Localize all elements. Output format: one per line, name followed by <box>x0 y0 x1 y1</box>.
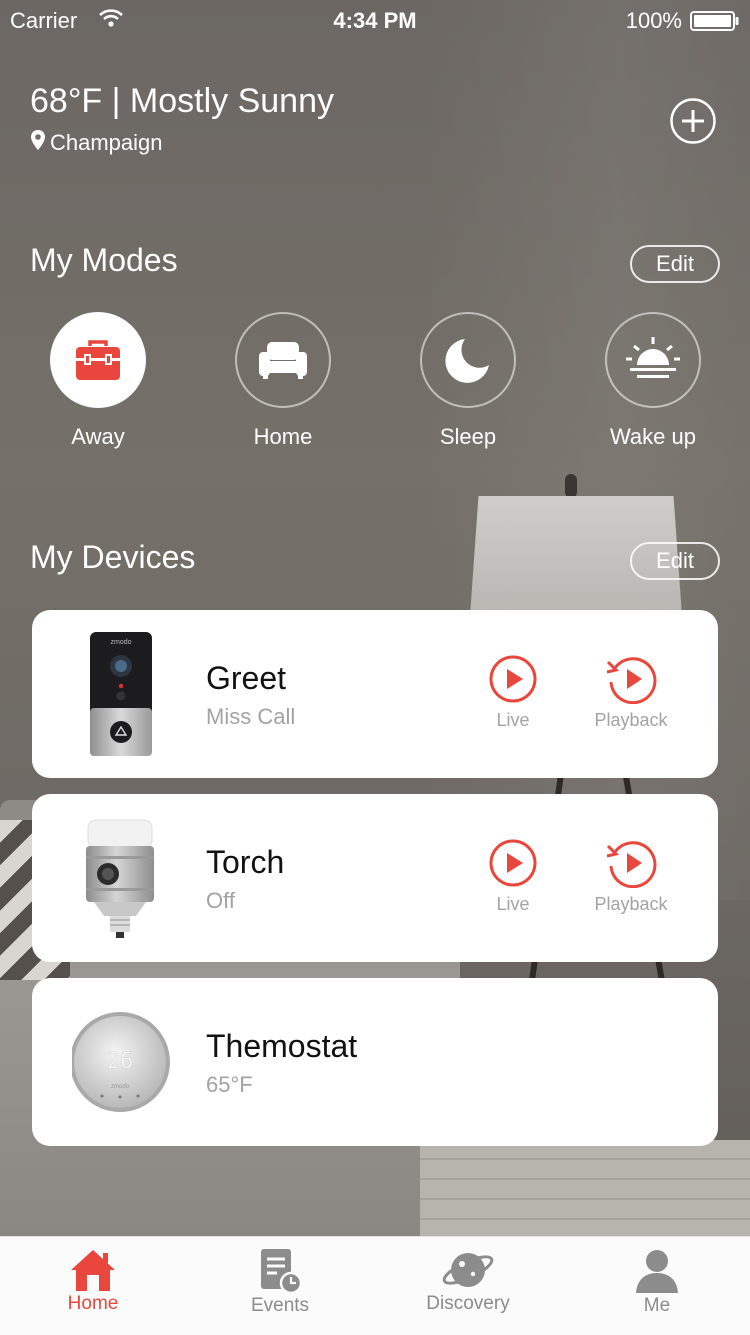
mode-away-circle <box>50 312 146 408</box>
doorbell-image: zmodo <box>72 628 172 760</box>
tab-label: Home <box>67 1293 119 1314</box>
mode-home-circle <box>235 312 331 408</box>
playback-label: Playback <box>594 710 668 730</box>
tab-label: Me <box>643 1295 671 1316</box>
mode-home[interactable]: Home <box>208 312 358 450</box>
device-status: Miss Call <box>206 704 296 729</box>
live-button[interactable]: Live <box>458 838 568 915</box>
tab-events[interactable]: Events <box>205 1247 355 1317</box>
thermostat-brand: zmodo <box>111 1084 130 1090</box>
device-status: 65°F <box>206 1072 253 1097</box>
device-status: Off <box>206 888 235 913</box>
device-card-torch[interactable]: Torch Off Live Playback <box>32 794 718 962</box>
playback-button[interactable]: Playback <box>576 654 686 731</box>
thermostat-readout: 26 <box>107 1049 134 1074</box>
play-icon <box>489 655 537 703</box>
thermostat-image: 26 zmodo <box>70 996 172 1128</box>
events-icon <box>261 1249 303 1295</box>
location-label: Champaign <box>50 130 163 155</box>
device-card-greet[interactable]: zmodo Greet Miss Call Live Playback <box>32 610 718 778</box>
tab-discovery[interactable]: Discovery <box>393 1247 543 1315</box>
toolbox-icon <box>76 340 120 380</box>
device-name: Themostat <box>206 1028 358 1064</box>
mode-label: Home <box>253 424 313 449</box>
status-bar: Carrier 4:34 PM 100% <box>0 0 750 40</box>
location-pin-icon <box>30 129 46 157</box>
tab-me[interactable]: Me <box>582 1247 732 1317</box>
modes-edit-button[interactable]: Edit <box>630 245 720 283</box>
mode-sleep-circle <box>420 312 516 408</box>
weather-summary: 68°F | Mostly Sunny Champaign <box>30 82 334 157</box>
device-name: Greet <box>206 660 287 696</box>
weather-location: Champaign <box>30 129 334 157</box>
replay-icon <box>606 657 657 704</box>
playback-button[interactable]: Playback <box>576 838 686 915</box>
modes-list: Away Home Sleep Wake up <box>0 312 750 462</box>
mode-label: Away <box>71 424 125 449</box>
live-button[interactable]: Live <box>458 654 568 731</box>
moon-icon <box>445 339 489 383</box>
battery-percent: 100% <box>625 8 682 33</box>
planet-icon <box>442 1253 494 1287</box>
battery-icon <box>690 11 740 31</box>
weather-temp-condition: 68°F | Mostly Sunny <box>30 82 334 120</box>
tab-label: Discovery <box>426 1293 510 1314</box>
live-label: Live <box>496 710 530 730</box>
modes-title: My Modes <box>30 242 178 278</box>
mode-label: Sleep <box>439 424 497 449</box>
live-label: Live <box>496 894 530 914</box>
sofa-icon <box>259 342 307 379</box>
house-icon <box>71 1250 115 1291</box>
person-icon <box>636 1250 678 1293</box>
tab-home[interactable]: Home <box>18 1247 168 1315</box>
devices-edit-button[interactable]: Edit <box>630 542 720 580</box>
device-name: Torch <box>206 844 285 880</box>
mode-sleep[interactable]: Sleep <box>393 312 543 450</box>
mode-wake-up-circle <box>605 312 701 408</box>
play-icon <box>489 839 537 887</box>
replay-icon <box>606 841 657 888</box>
add-button[interactable] <box>670 98 716 144</box>
tab-bar: Home Events Discovery Me <box>0 1236 750 1335</box>
torch-camera-image <box>72 812 172 944</box>
sunrise-icon <box>626 337 680 378</box>
playback-label: Playback <box>594 894 668 914</box>
mode-wake-up[interactable]: Wake up <box>578 312 728 450</box>
plus-icon <box>670 98 716 144</box>
mode-label: Wake up <box>609 424 696 449</box>
tab-label: Events <box>250 1295 310 1316</box>
mode-away[interactable]: Away <box>23 312 173 450</box>
devices-title: My Devices <box>30 539 196 575</box>
doorbell-brand: zmodo <box>110 639 131 646</box>
device-card-thermostat[interactable]: 26 zmodo Themostat 65°F <box>32 978 718 1146</box>
